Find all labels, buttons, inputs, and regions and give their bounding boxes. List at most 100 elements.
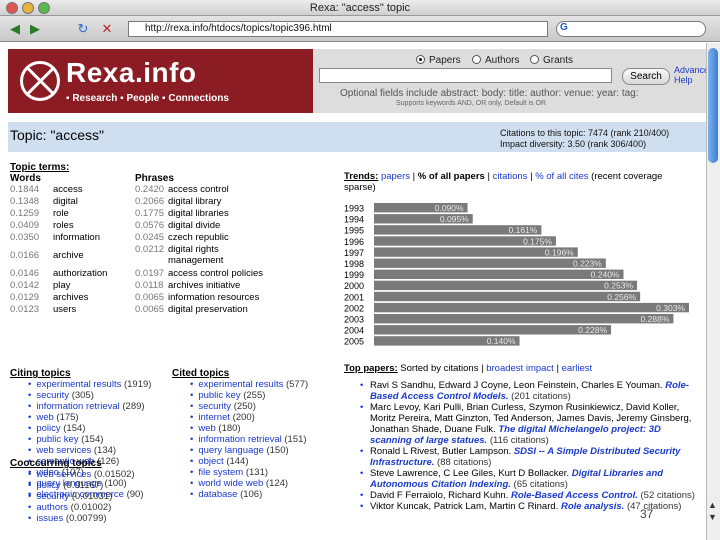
topic-link[interactable]: world wide web: [198, 478, 263, 489]
radio-papers-label: Papers: [429, 55, 461, 66]
word-term: role: [53, 208, 69, 219]
topic-link[interactable]: policy: [36, 480, 60, 491]
address-bar[interactable]: http://rexa.info/htdocs/topics/topic396.…: [128, 21, 548, 37]
topic-count: (131): [245, 467, 269, 478]
topic-link[interactable]: security: [198, 401, 231, 412]
paper-citations: (88 citations): [434, 457, 492, 468]
bar-value-label: 0.303%: [656, 303, 685, 313]
scroll-down-arrow-icon[interactable]: ▼: [708, 512, 717, 522]
topic-link[interactable]: web: [36, 412, 53, 423]
phrase-term: archives initiative: [168, 280, 241, 291]
topic-link[interactable]: object: [198, 456, 223, 467]
trend-option-citations[interactable]: citations: [493, 171, 528, 182]
topic-link[interactable]: experimental results: [36, 379, 121, 390]
trend-bar: [374, 291, 641, 302]
paper-title-link[interactable]: Role analysis.: [561, 501, 624, 512]
phrase-term: digital preservation: [168, 304, 248, 315]
sort-sep: |: [553, 363, 562, 374]
topic-link[interactable]: issues: [36, 513, 63, 524]
trend-option-pct-citations[interactable]: % of all cites: [535, 171, 588, 182]
stop-icon[interactable]: ✕: [98, 20, 116, 38]
zoom-window-button[interactable]: [38, 2, 50, 14]
scroll-up-arrow-icon[interactable]: ▲: [708, 500, 717, 510]
topic-link[interactable]: experimental results: [198, 379, 283, 390]
bar-value-label: 0.196%: [545, 247, 574, 257]
topic-list-item: file system (131): [190, 467, 308, 478]
radio-papers[interactable]: Papers: [416, 55, 461, 66]
topic-list-item: query language (150): [190, 445, 308, 456]
citing-topics-heading: Citing topics: [10, 368, 71, 379]
rexa-logo-panel[interactable]: Rexa.info ▪ Research ▪ People ▪ Connecti…: [8, 49, 313, 113]
phrase-row: 0.0576 digital divide: [135, 220, 268, 231]
topic-list-item: web (180): [190, 423, 308, 434]
topic-link[interactable]: public key: [36, 434, 78, 445]
topic-link[interactable]: policy: [36, 423, 60, 434]
topic-link[interactable]: database: [198, 489, 237, 500]
phrase-term: czech republic: [168, 232, 229, 243]
paper-authors: David F Ferraiolo, Richard Kuhn.: [370, 490, 511, 501]
radio-authors[interactable]: Authors: [472, 55, 519, 66]
year-label: 2003: [344, 315, 364, 325]
forward-arrow-icon[interactable]: ▶: [26, 20, 44, 38]
word-score: 0.0142: [10, 280, 40, 291]
paper-citations: (201 citations): [508, 391, 571, 402]
topic-link[interactable]: web services: [36, 445, 91, 456]
back-arrow-icon[interactable]: ◀: [6, 20, 24, 38]
minimize-window-button[interactable]: [22, 2, 34, 14]
word-score: 0.0146: [10, 268, 40, 279]
reload-icon[interactable]: ↻: [74, 20, 92, 38]
radio-grants[interactable]: Grants: [530, 55, 573, 66]
cooccurring-topics-list: web services (0.01502)policy (0.01167)se…: [28, 469, 135, 524]
topic-link[interactable]: security: [36, 491, 69, 502]
topic-link[interactable]: web services: [36, 469, 91, 480]
topic-list-item: web services (134): [28, 445, 151, 456]
topic-title: Topic: "access": [10, 127, 104, 143]
topic-link[interactable]: file system: [198, 467, 243, 478]
topic-list-item: experimental results (577): [190, 379, 308, 390]
word-term: play: [53, 280, 71, 291]
year-label: 2004: [344, 326, 364, 336]
phrase-row: 0.0212 digital rights management: [135, 244, 268, 266]
topic-link[interactable]: public key: [198, 390, 240, 401]
topic-terms-heading: Topic terms:: [10, 162, 70, 173]
year-label: 1994: [344, 215, 364, 225]
sort-earliest-link[interactable]: earliest: [562, 363, 593, 374]
phrase-score: 0.0065: [135, 304, 165, 315]
search-input[interactable]: [319, 68, 612, 83]
close-window-button[interactable]: [6, 2, 18, 14]
topic-link[interactable]: query language: [198, 445, 264, 456]
boolean-note: Supports keywords AND, OR only, Default …: [396, 100, 547, 107]
topic-link[interactable]: security: [36, 390, 69, 401]
advanced-help-link[interactable]: Advanced Help: [674, 65, 706, 85]
word-score: 0.0409: [10, 220, 40, 231]
search-button[interactable]: Search: [622, 68, 670, 85]
sort-broadest-link[interactable]: broadest impact: [486, 363, 554, 374]
word-score: 0.1259: [10, 208, 40, 219]
topic-list-item: information retrieval (289): [28, 401, 151, 412]
topic-link[interactable]: web: [198, 423, 215, 434]
phrase-row: 0.2066 digital library: [135, 196, 268, 207]
paper-item: Ronald L Rivest, Butler Lampson. SDSI --…: [360, 446, 700, 468]
year-label: 2002: [344, 303, 364, 313]
topic-list-item: issues (0.00799): [28, 513, 135, 524]
topic-list-item: web services (0.01502): [28, 469, 134, 480]
topic-link[interactable]: information retrieval: [36, 401, 119, 412]
trend-bar: [374, 314, 674, 324]
words-header: Words: [10, 173, 41, 184]
phrase-score: 0.0245: [135, 232, 165, 243]
trend-sep: |: [484, 171, 493, 182]
page-content: Rexa.info ▪ Research ▪ People ▪ Connecti…: [0, 43, 706, 540]
topic-link[interactable]: authors: [36, 502, 68, 513]
scrollbar-thumb[interactable]: [708, 48, 718, 163]
topic-link[interactable]: information retrieval: [198, 434, 281, 445]
topic-link[interactable]: internet: [198, 412, 230, 423]
radio-selected-icon: [416, 55, 425, 64]
rexa-logo-icon: [20, 61, 60, 101]
browser-search-field[interactable]: [556, 21, 706, 37]
paper-title-link[interactable]: Role-Based Access Control.: [511, 490, 638, 501]
window-titlebar: Rexa: "access" topic: [0, 0, 720, 16]
bar-value-label: 0.256%: [607, 292, 636, 302]
bar-value-label: 0.288%: [641, 314, 670, 324]
trend-option-papers[interactable]: papers: [381, 171, 410, 182]
year-label: 1996: [344, 237, 364, 247]
